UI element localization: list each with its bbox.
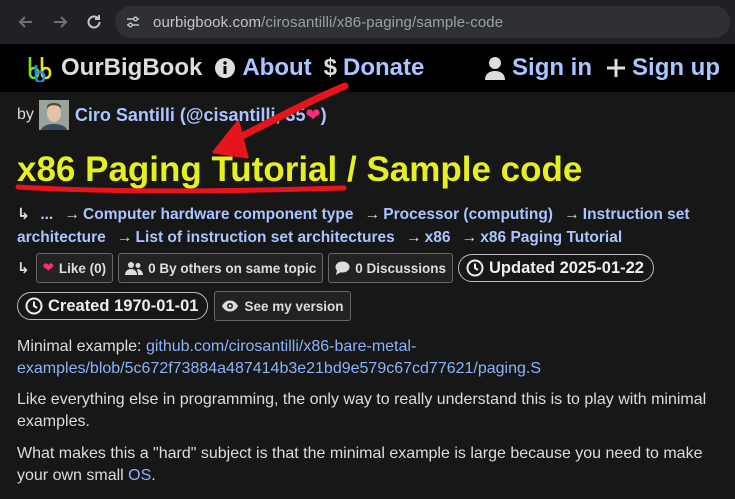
donate-label: Donate	[343, 54, 425, 81]
users-icon	[125, 261, 144, 275]
plus-icon	[606, 58, 626, 78]
author-close: )	[320, 104, 327, 125]
auth-links: Sign in Sign up	[470, 44, 720, 92]
donate-link[interactable]: $ Donate	[324, 54, 425, 82]
clock-icon	[25, 297, 43, 315]
site-info-icon[interactable]	[119, 8, 147, 36]
eye-icon	[221, 300, 239, 312]
sign-up-link[interactable]: Sign up	[606, 54, 720, 82]
created-label: Created 1970-01-01	[48, 296, 199, 315]
dollar-icon: $	[323, 54, 337, 81]
article: by Ciro Santilli (@cisantilli, 35❤) x86 …	[0, 92, 735, 499]
breadcrumb-arrow-icon: →	[64, 206, 81, 223]
like-button[interactable]: ❤ Like (0)	[35, 253, 114, 283]
updated-label: Updated 2025-01-22	[489, 258, 644, 277]
title-parent-link[interactable]: x86 Paging Tutorial	[17, 150, 337, 189]
forward-icon[interactable]	[46, 8, 74, 36]
byline: by Ciro Santilli (@cisantilli, 35❤)	[17, 100, 327, 130]
sign-up-label: Sign up	[632, 54, 720, 81]
breadcrumb-item-x86-paging[interactable]: x86 Paging Tutorial	[480, 229, 622, 246]
discussions-label: 0 Discussions	[355, 260, 446, 276]
clock-icon	[466, 259, 484, 277]
discussions-button[interactable]: 0 Discussions	[328, 253, 453, 283]
title-separator: /	[337, 150, 367, 189]
breadcrumb-arrow-icon: →	[406, 229, 422, 246]
article-actions: ↳ ❤ Like (0) 0 By others on same topic 0…	[17, 253, 717, 321]
title-current: Sample code	[366, 150, 583, 189]
see-version-label: See my version	[244, 298, 344, 314]
heart-icon: ❤	[42, 260, 54, 275]
url-path: /cirosantilli/x86-paging/sample-code	[261, 13, 504, 31]
sign-in-label: Sign in	[512, 54, 593, 81]
breadcrumb-item-processor[interactable]: Processor (computing)	[383, 206, 553, 223]
like-label: Like (0)	[58, 260, 107, 276]
author-prefix: Ciro Santilli (@ci	[74, 104, 219, 125]
browser-toolbar: ourbigbook.com/cirosantilli/x86-paging/s…	[0, 0, 735, 44]
breadcrumb-arrow-icon: →	[364, 206, 381, 223]
user-icon	[484, 56, 506, 80]
breadcrumb-item-hardware[interactable]: Computer hardware component type	[83, 206, 353, 223]
see-my-version-button[interactable]: See my version	[214, 291, 351, 321]
breadcrumb-arrow-icon: →	[117, 229, 133, 246]
back-icon[interactable]	[12, 8, 40, 36]
avatar[interactable]	[38, 100, 69, 130]
breadcrumb-item-ellipsis[interactable]: ...	[40, 206, 53, 223]
page-title: x86 Paging Tutorial / Sample code	[17, 150, 582, 190]
paragraph-hard-subject: What makes this a "hard" subject is that…	[17, 443, 717, 487]
os-link[interactable]: OS	[128, 467, 151, 484]
created-date: Created 1970-01-01	[17, 292, 209, 320]
address-bar[interactable]: ourbigbook.com/cirosantilli/x86-paging/s…	[115, 6, 730, 38]
site-nav: OurBigBook About $ Donate Sign in Sign u…	[0, 44, 735, 92]
breadcrumb-arrow-icon: →	[461, 229, 478, 246]
byline-by: by	[17, 106, 34, 123]
hard-subject-suffix: .	[151, 467, 156, 484]
ourbigbook-logo-icon	[28, 57, 52, 82]
example-link-line2: examples/blob/5c672f73884a487414b3e21bd9…	[17, 360, 542, 377]
example-link-line1: github.com/cirosantilli/x86-bare-metal-	[145, 338, 417, 355]
breadcrumb-item-x86[interactable]: x86	[425, 229, 451, 246]
hard-subject-text: What makes this a "hard" subject is that…	[17, 445, 703, 484]
author-suffix: santilli, 35	[218, 104, 306, 125]
paragraph-example: Minimal example: github.com/cirosantilli…	[17, 336, 717, 380]
breadcrumb-arrow-icon: →	[564, 206, 580, 223]
sign-in-link[interactable]: Sign in	[484, 54, 592, 82]
others-on-topic-button[interactable]: 0 By others on same topic	[118, 253, 324, 283]
brand-name: OurBigBook	[61, 54, 203, 81]
heart-icon: ❤	[305, 104, 321, 125]
breadcrumb: ↳ ... → Computer hardware component type …	[17, 203, 717, 249]
breadcrumb-item-isa-list[interactable]: List of instruction set architectures	[136, 229, 395, 246]
brand-link[interactable]: OurBigBook	[27, 54, 202, 82]
breadcrumb-start-icon: ↳	[17, 206, 30, 223]
comment-icon	[335, 261, 350, 275]
reload-icon[interactable]	[80, 8, 108, 36]
about-link[interactable]: About	[214, 54, 312, 82]
paragraph-minimal-examples: Like everything else in programming, the…	[17, 391, 707, 430]
info-icon	[214, 57, 236, 79]
url-text: ourbigbook.com/cirosantilli/x86-paging/s…	[153, 14, 503, 31]
actions-start-icon: ↳	[17, 260, 30, 277]
author-link[interactable]: Ciro Santilli (@cisantilli, 35❤)	[75, 105, 327, 126]
url-host: ourbigbook.com	[153, 13, 262, 31]
updated-date: Updated 2025-01-22	[458, 254, 654, 282]
about-label: About	[242, 54, 312, 81]
others-label: 0 By others on same topic	[148, 260, 317, 276]
example-prefix: Minimal example:	[17, 338, 146, 355]
